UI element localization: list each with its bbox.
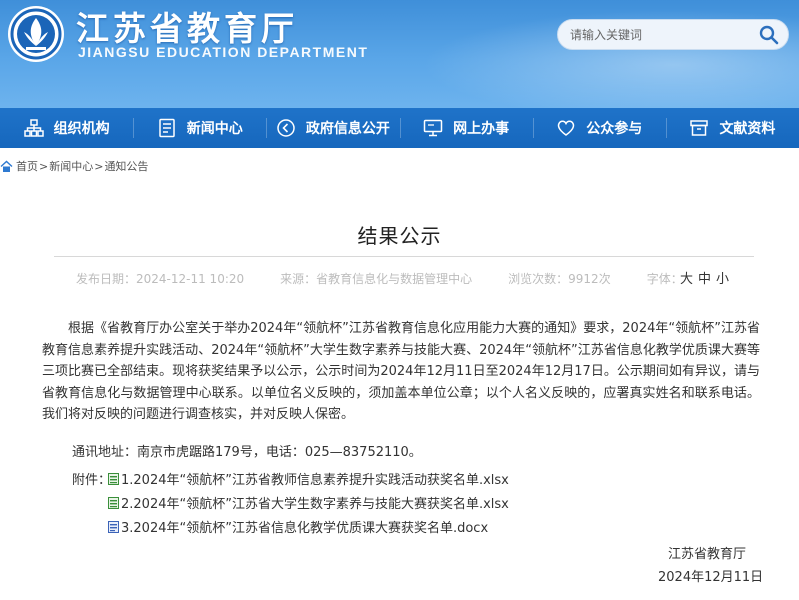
search-box: [557, 19, 789, 50]
search-input[interactable]: [570, 25, 750, 45]
font-size-controls: 大中小: [678, 268, 737, 287]
xlsx-file-icon: [108, 496, 119, 509]
attachment-link[interactable]: 2.2024年“领航杯”江苏省大学生数字素养与技能大赛获奖名单.xlsx: [108, 493, 509, 512]
publish-date: 发布日期：2024-12-11 10:20: [76, 271, 245, 286]
view-count: 浏览次数：9912次: [508, 271, 611, 286]
nav-label: 政府信息公开: [305, 121, 390, 137]
breadcrumb-home[interactable]: 首页: [16, 158, 38, 174]
org-chart-icon: [23, 119, 44, 137]
attachment-link[interactable]: 3.2024年“领航杯”江苏省信息化教学优质课大赛获奖名单.docx: [108, 517, 488, 536]
attachment-name: 3.2024年“领航杯”江苏省信息化教学优质课大赛获奖名单.docx: [121, 521, 489, 536]
breadcrumb-separator: >: [94, 159, 104, 173]
attachment-link[interactable]: 1.2024年“领航杯”江苏省教师信息素养提升实践活动获奖名单.xlsx: [108, 469, 509, 488]
signature-organization: 江苏省教育厅: [668, 547, 747, 562]
nav-item-organization[interactable]: 组织机构: [0, 108, 133, 148]
heart-icon: [557, 120, 575, 136]
main-nav: 组织机构 新闻中心 政府信息公开 网上办事 公众参与 文献资料: [0, 108, 799, 148]
info-circle-icon: [277, 119, 295, 137]
signature-date: 2024年12月11日: [658, 570, 764, 585]
nav-item-documents[interactable]: 文献资料: [665, 108, 799, 148]
breadcrumb-separator: >: [39, 159, 49, 173]
education-emblem-icon[interactable]: [6, 4, 66, 64]
site-subtitle: JIANGSU EDUCATION DEPARTMENT: [78, 44, 369, 60]
nav-label: 文献资料: [719, 121, 776, 137]
nav-item-online-services[interactable]: 网上办事: [399, 108, 533, 148]
nav-item-gov-info[interactable]: 政府信息公开: [266, 108, 399, 148]
nav-label: 组织机构: [53, 121, 110, 137]
article-source: 来源：省教育信息化与数据管理中心: [280, 271, 473, 286]
monitor-icon: [423, 119, 443, 137]
breadcrumb: 首页 > 新闻中心 > 通知公告: [0, 155, 148, 177]
nav-item-news[interactable]: 新闻中心: [133, 108, 266, 148]
xlsx-file-icon: [108, 472, 119, 485]
home-icon: [0, 160, 13, 172]
site-header: 江苏省教育厅 JIANGSU EDUCATION DEPARTMENT: [0, 0, 799, 108]
nav-label: 网上办事: [453, 121, 510, 137]
article-meta: 发布日期：2024-12-11 10:20 来源：省教育信息化与数据管理中心 浏…: [76, 268, 736, 288]
docx-file-icon: [108, 520, 119, 533]
breadcrumb-news[interactable]: 新闻中心: [49, 158, 93, 174]
attachment-name: 1.2024年“领航杯”江苏省教师信息素养提升实践活动获奖名单.xlsx: [121, 473, 509, 488]
search-icon[interactable]: [758, 24, 780, 46]
article-title: 结果公示: [357, 224, 442, 248]
archive-icon: [690, 120, 709, 136]
document-icon: [159, 118, 175, 138]
nav-label: 公众参与: [586, 121, 643, 137]
nav-item-public-participation[interactable]: 公众参与: [532, 108, 666, 148]
attachment-name: 2.2024年“领航杯”江苏省大学生数字素养与技能大赛获奖名单.xlsx: [121, 497, 509, 512]
article-body: 根据《省教育厅办公室关于举办2024年“领航杯”江苏省教育信息化应用能力大赛的通…: [42, 321, 760, 422]
nav-label: 新闻中心: [186, 121, 243, 137]
breadcrumb-notice[interactable]: 通知公告: [104, 158, 148, 174]
title-divider: [54, 256, 754, 257]
attachments-label: 附件：: [72, 473, 112, 488]
font-size-medium-button[interactable]: 中: [698, 272, 716, 287]
contact-info: 通讯地址：南京市虎踞路179号，电话：025—83752110。: [72, 445, 422, 460]
site-title: 江苏省教育厅: [76, 9, 298, 48]
font-size-small-button[interactable]: 小: [716, 272, 734, 287]
font-size-large-button[interactable]: 大: [680, 272, 698, 287]
